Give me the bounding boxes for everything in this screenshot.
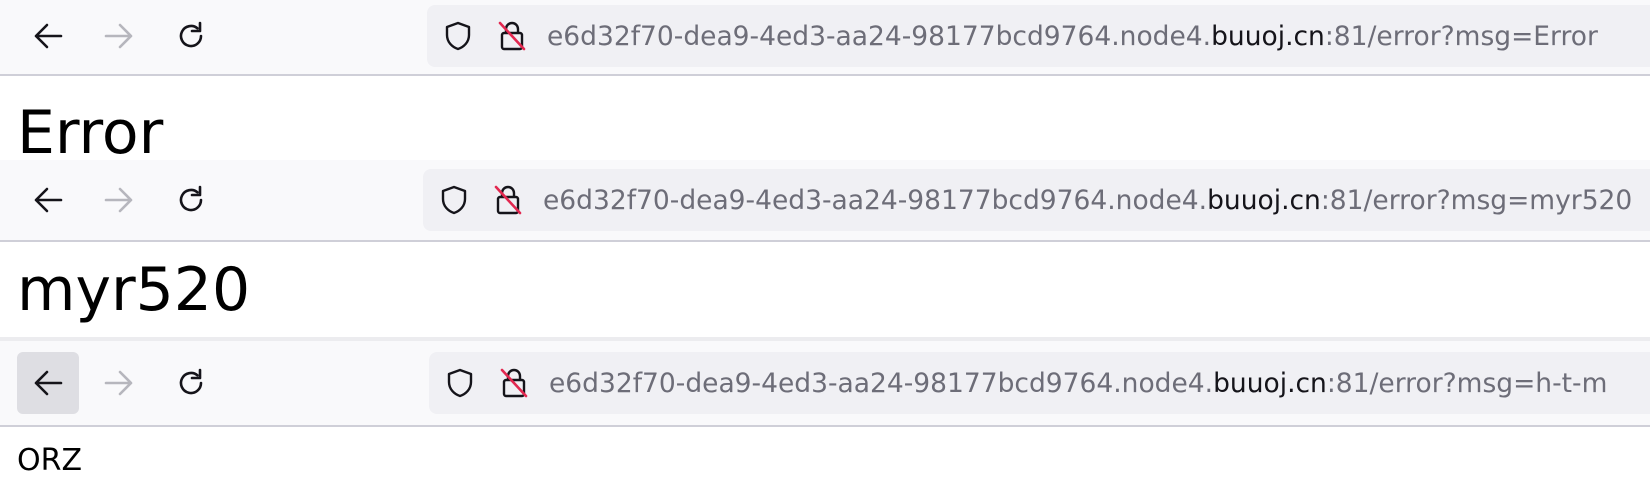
reload-icon — [179, 21, 203, 48]
url-text[interactable]: e6d32f70-dea9-4ed3-aa24-98177bcd9764.nod… — [549, 368, 1607, 399]
forward-arrow-icon — [104, 23, 133, 49]
forward-button[interactable] — [88, 352, 150, 414]
back-button[interactable] — [17, 169, 79, 231]
tracking-shield-icon — [447, 368, 473, 398]
url-text[interactable]: e6d32f70-dea9-4ed3-aa24-98177bcd9764.nod… — [543, 185, 1632, 216]
forward-button[interactable] — [88, 169, 150, 231]
page-heading: myr520 — [17, 255, 251, 325]
browser-toolbar: e6d32f70-dea9-4ed3-aa24-98177bcd9764.nod… — [0, 341, 1650, 427]
tracking-shield-button[interactable] — [437, 183, 471, 217]
forward-button[interactable] — [88, 5, 150, 67]
browser-panel-1: e6d32f70-dea9-4ed3-aa24-98177bcd9764.nod… — [0, 0, 1650, 165]
reload-button[interactable] — [160, 352, 222, 414]
back-arrow-icon — [34, 23, 63, 49]
back-button[interactable] — [17, 352, 79, 414]
page-heading: Error — [17, 98, 164, 168]
page-body-text: ORZ — [17, 443, 83, 478]
tracking-shield-icon — [445, 21, 471, 51]
browser-toolbar: e6d32f70-dea9-4ed3-aa24-98177bcd9764.nod… — [0, 0, 1650, 76]
url-bar[interactable]: e6d32f70-dea9-4ed3-aa24-98177bcd9764.nod… — [429, 352, 1650, 414]
url-suffix: :81/error?msg=myr520 — [1320, 184, 1633, 216]
url-domain: buuoj.cn — [1207, 184, 1321, 216]
url-prefix: e6d32f70-dea9-4ed3-aa24-98177bcd9764.nod… — [549, 367, 1214, 399]
forward-arrow-icon — [104, 187, 133, 213]
site-info-button[interactable] — [495, 19, 529, 53]
insecure-lock-icon — [498, 21, 526, 51]
url-domain: buuoj.cn — [1213, 367, 1327, 399]
back-arrow-icon — [34, 370, 63, 396]
reload-button[interactable] — [160, 169, 222, 231]
back-arrow-icon — [34, 187, 63, 213]
url-suffix: :81/error?msg=Error — [1324, 20, 1598, 52]
site-info-button[interactable] — [497, 366, 531, 400]
browser-toolbar: e6d32f70-dea9-4ed3-aa24-98177bcd9764.nod… — [0, 160, 1650, 242]
site-info-button[interactable] — [491, 183, 525, 217]
reload-icon — [179, 368, 203, 395]
url-bar[interactable]: e6d32f70-dea9-4ed3-aa24-98177bcd9764.nod… — [423, 169, 1650, 231]
insecure-lock-icon — [494, 185, 522, 215]
insecure-lock-icon — [500, 368, 528, 398]
back-button[interactable] — [17, 5, 79, 67]
tracking-shield-button[interactable] — [441, 19, 475, 53]
tracking-shield-button[interactable] — [443, 366, 477, 400]
reload-button[interactable] — [160, 5, 222, 67]
browser-panel-3: e6d32f70-dea9-4ed3-aa24-98177bcd9764.nod… — [0, 341, 1650, 500]
url-domain: buuoj.cn — [1211, 20, 1325, 52]
url-text[interactable]: e6d32f70-dea9-4ed3-aa24-98177bcd9764.nod… — [547, 21, 1598, 52]
reload-icon — [179, 185, 203, 212]
browser-panel-2: e6d32f70-dea9-4ed3-aa24-98177bcd9764.nod… — [0, 160, 1650, 335]
url-prefix: e6d32f70-dea9-4ed3-aa24-98177bcd9764.nod… — [543, 184, 1208, 216]
url-bar[interactable]: e6d32f70-dea9-4ed3-aa24-98177bcd9764.nod… — [427, 5, 1650, 67]
forward-arrow-icon — [104, 370, 133, 396]
url-prefix: e6d32f70-dea9-4ed3-aa24-98177bcd9764.nod… — [547, 20, 1212, 52]
tracking-shield-icon — [441, 185, 467, 215]
url-suffix: :81/error?msg=h-t-m — [1326, 367, 1608, 399]
